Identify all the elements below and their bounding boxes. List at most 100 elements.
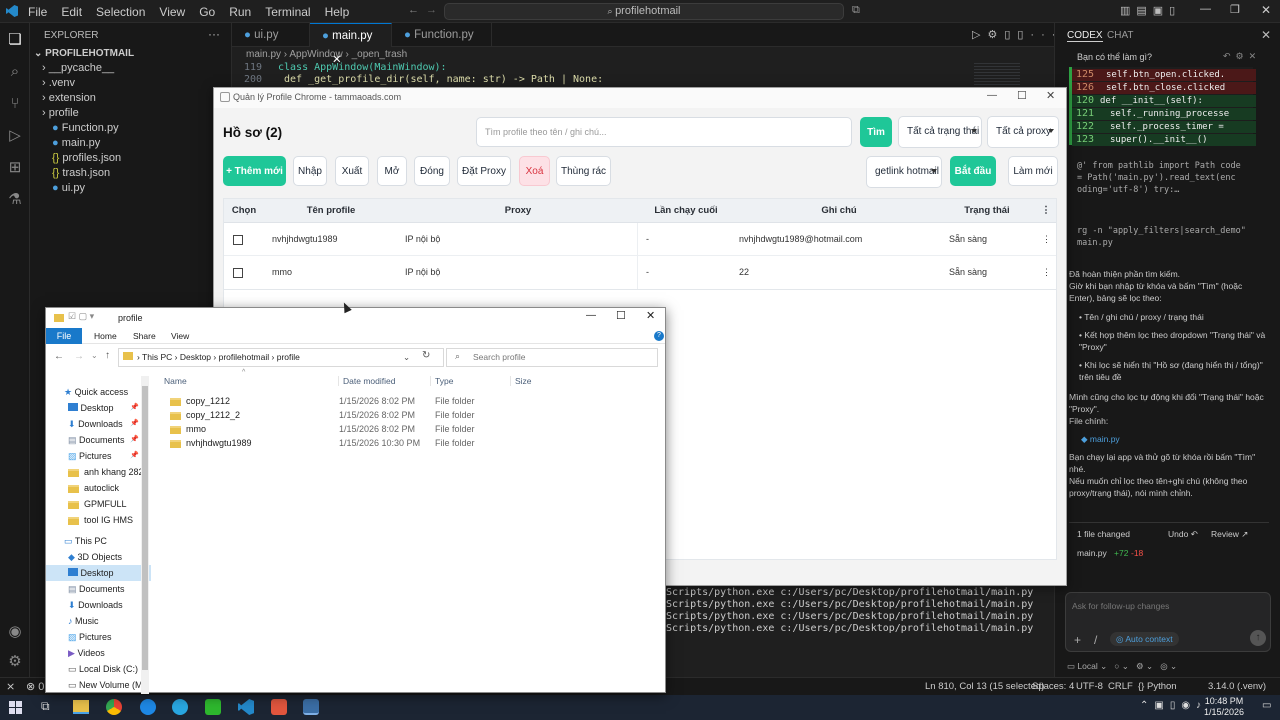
errors-indicator[interactable]: ⊗ 0	[26, 680, 44, 693]
account-icon[interactable]: ◉	[6, 623, 24, 641]
refresh-icon[interactable]: ↻	[422, 350, 430, 361]
send-button[interactable]: ↑	[1250, 630, 1266, 646]
maximize-icon[interactable]: ☐	[1017, 89, 1027, 102]
remote-icon[interactable]: ⨯	[6, 680, 15, 693]
ribbon-home-tab[interactable]: Home	[94, 331, 117, 341]
nav-folder[interactable]: tool IG HMS	[46, 512, 141, 528]
encoding[interactable]: UTF-8	[1076, 681, 1103, 692]
set-proxy-button[interactable]: Đặt Proxy	[457, 156, 511, 186]
system-tray-icons[interactable]: ⌃▣▯◉♪	[1140, 700, 1207, 711]
follow-up-input[interactable]: Ask for follow-up changes + / ◎ Auto con…	[1065, 592, 1271, 652]
language-mode[interactable]: {} Python	[1138, 681, 1177, 692]
project-folder[interactable]: ⌄ PROFILEHOTMAIL	[30, 46, 232, 61]
file-tree-item[interactable]: › .venv	[30, 76, 232, 91]
nav-3d-objects[interactable]: ◆ 3D Objects	[46, 549, 141, 565]
nav-folder[interactable]: anh khang 282	[46, 464, 144, 480]
source-control-icon[interactable]: ⑂	[6, 95, 24, 113]
close-icon[interactable]: ✕	[1046, 89, 1055, 102]
local-selector[interactable]: ▭ Local ⌄ ○ ⌄ ⚙ ⌄ ◎ ⌄	[1067, 661, 1177, 672]
menu-view[interactable]: View	[159, 5, 185, 19]
nav-downloads[interactable]: ⬇ Downloads 📌	[46, 416, 141, 432]
tab-chat[interactable]: CHAT	[1107, 30, 1133, 41]
python-app-icon[interactable]	[303, 699, 319, 715]
nav-folder[interactable]: GPMFULL	[46, 496, 141, 512]
file-tree-item[interactable]: › extension	[30, 91, 232, 106]
changed-file[interactable]: main.py	[1077, 548, 1107, 558]
row-checkbox[interactable]	[233, 235, 243, 245]
command-center-search[interactable]: ⌕ profilehotmail	[444, 3, 844, 20]
app-icon-green[interactable]	[205, 699, 221, 715]
nav-local-disk[interactable]: ▭ Local Disk (C:)	[46, 661, 141, 677]
menu-terminal[interactable]: Terminal	[265, 5, 310, 19]
nav-desktop-pc[interactable]: Desktop	[46, 565, 151, 581]
minimize-window-icon[interactable]: —	[1200, 3, 1211, 15]
nav-scrollbar[interactable]	[141, 376, 149, 694]
ribbon-view-tab[interactable]: View	[171, 331, 189, 341]
menu-selection[interactable]: Selection	[96, 5, 145, 19]
forward-arrow-icon[interactable]: →	[426, 4, 437, 16]
chevron-down-icon[interactable]: ⌄	[403, 349, 410, 366]
list-item[interactable]: copy_1212_2 1/15/2026 8:02 PM File folde…	[154, 408, 664, 422]
minimize-icon[interactable]: —	[987, 90, 997, 101]
file-tree-item[interactable]: ● ui.py	[30, 181, 232, 196]
menu-file[interactable]: File	[28, 5, 47, 19]
eol[interactable]: CRLF	[1108, 681, 1133, 692]
review-button[interactable]: Review ↗	[1211, 529, 1248, 540]
import-button[interactable]: Nhập	[293, 156, 327, 186]
files-icon[interactable]: ❏	[6, 31, 24, 49]
manage-gear-icon[interactable]: ⚙	[6, 653, 24, 671]
notification-icon[interactable]: ▭	[1262, 700, 1271, 711]
help-icon[interactable]: ?	[654, 331, 664, 341]
search-icon[interactable]: ⌕	[6, 63, 24, 81]
nav-pictures-pc[interactable]: ▨ Pictures	[46, 629, 141, 645]
nav-pictures[interactable]: ▨ Pictures 📌	[46, 448, 141, 464]
up-arrow-icon[interactable]: ↑	[105, 350, 110, 361]
col-type[interactable]: Type	[430, 376, 453, 386]
slash-icon[interactable]: /	[1094, 633, 1097, 647]
maximize-icon[interactable]: ☐	[616, 309, 626, 322]
file-tree-item[interactable]: › profile	[30, 106, 232, 121]
open-button[interactable]: Mở	[377, 156, 407, 186]
col-name[interactable]: Name	[164, 376, 187, 386]
copilot-icon[interactable]: ⧉	[852, 4, 860, 17]
export-button[interactable]: Xuất	[335, 156, 369, 186]
nav-folder[interactable]: autoclick	[46, 480, 141, 496]
cursor-position[interactable]: Ln 810, Col 13 (15 selected)	[925, 681, 1044, 692]
ribbon-file-tab[interactable]: File	[46, 328, 82, 344]
nav-documents[interactable]: ▤ Documents 📌	[46, 432, 141, 448]
nav-downloads-pc[interactable]: ⬇ Downloads	[46, 597, 141, 613]
search-button[interactable]: Tìm	[860, 117, 892, 147]
proxy-filter-select[interactable]: Tất cả proxy	[987, 116, 1059, 148]
app-icon-blue[interactable]	[172, 699, 188, 715]
command-block-2[interactable]: rg -n "apply_filters|search_demo" main.p…	[1077, 225, 1247, 249]
nav-new-volume[interactable]: ▭ New Volume (M	[46, 677, 143, 693]
extensions-icon[interactable]: ⊞	[6, 159, 24, 177]
col-proxy[interactable]: Proxy	[398, 199, 638, 223]
explorer-more-icon[interactable]: ···	[208, 27, 220, 41]
back-arrow-icon[interactable]: ←	[408, 4, 419, 16]
list-item[interactable]: mmo 1/15/2026 8:02 PM File folder	[154, 422, 664, 436]
close-window-icon[interactable]: ✕	[1261, 3, 1271, 17]
menu-go[interactable]: Go	[199, 5, 215, 19]
table-row[interactable]: mmo IP nội bộ - 22 Sẵn sàng ⋮	[224, 256, 1056, 289]
nav-music[interactable]: ♪ Music	[46, 613, 141, 629]
testing-icon[interactable]: ⚗	[6, 191, 24, 209]
quick-toolbar-icons[interactable]: ☑ ▢ ▾	[68, 311, 94, 322]
close-icon[interactable]: ✕	[646, 309, 655, 322]
file-chip[interactable]: ◆ main.py	[1069, 433, 1269, 445]
table-row[interactable]: nvhjhdwgtu1989 IP nội bộ - nvhjhdwgtu198…	[224, 223, 1056, 256]
start-button[interactable]: Bắt đầu	[950, 156, 996, 186]
task-view-icon[interactable]: ⧉	[41, 699, 50, 714]
col-last-run[interactable]: Lần chạy cuối	[638, 199, 734, 223]
file-tree-item[interactable]: {} profiles.json	[30, 151, 232, 166]
col-date[interactable]: Date modified	[338, 376, 395, 386]
back-arrow-icon[interactable]: ←	[54, 351, 64, 362]
file-tree-item[interactable]: {} trash.json	[30, 166, 232, 181]
run-debug-icon[interactable]: ▷	[6, 127, 24, 145]
tab-ui-py[interactable]: ● ui.py	[232, 23, 310, 47]
file-explorer-app-icon[interactable]	[73, 700, 89, 714]
mode-select[interactable]: getlink hotmail	[866, 156, 942, 188]
python-version[interactable]: 3.14.0 (.venv)	[1208, 681, 1266, 692]
file-tree-item[interactable]: ● Function.py	[30, 121, 232, 136]
minimize-icon[interactable]: —	[586, 310, 596, 321]
